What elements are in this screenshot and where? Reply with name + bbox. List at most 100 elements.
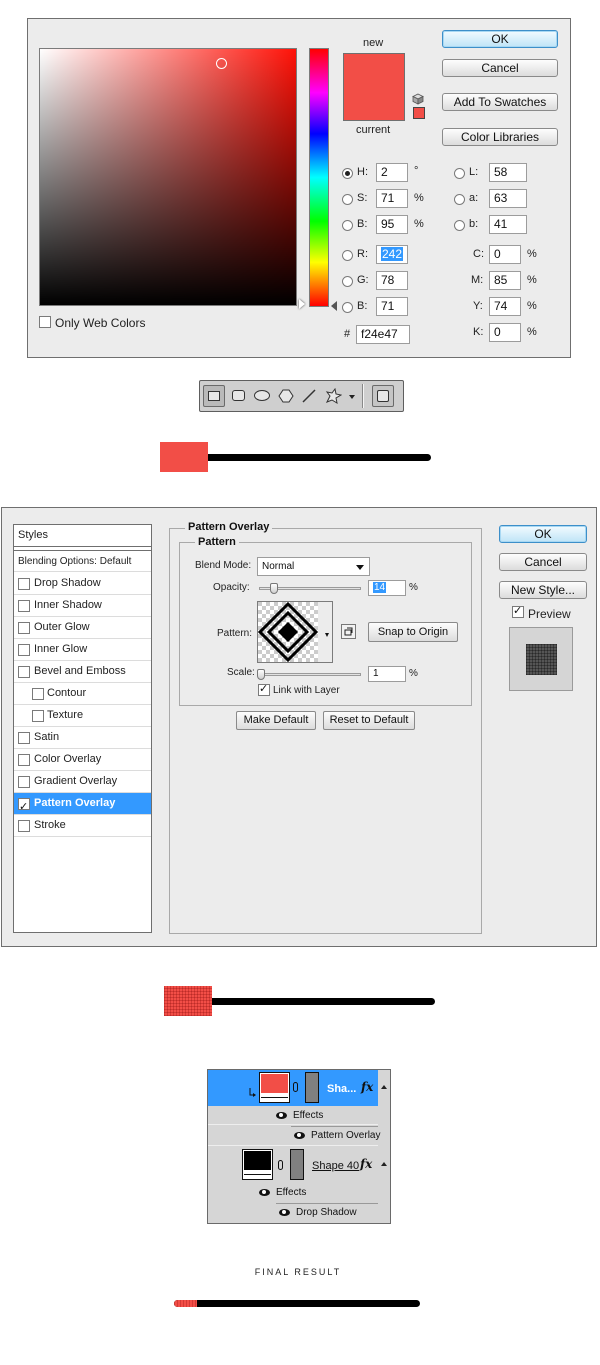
final-slider-fill[interactable] xyxy=(174,1300,197,1307)
style-item-drop-shadow[interactable]: Drop Shadow xyxy=(14,573,151,595)
radio-r[interactable] xyxy=(342,250,353,261)
r-input[interactable]: 242 xyxy=(376,245,408,264)
style-item-pattern-overlay[interactable]: Pattern Overlay xyxy=(14,793,151,817)
b-input[interactable]: 95 xyxy=(376,215,408,234)
radio-a[interactable] xyxy=(454,194,465,205)
layer2-effect-row[interactable]: Drop Shadow xyxy=(276,1203,378,1221)
cancel-button[interactable]: Cancel xyxy=(442,59,558,77)
custom-shape-icon[interactable] xyxy=(324,388,342,404)
ellipse-icon[interactable] xyxy=(254,390,270,401)
radio-lab-b[interactable] xyxy=(454,220,465,231)
layer2-fx-icon[interactable]: fx xyxy=(360,1157,372,1171)
pattern-picker[interactable] xyxy=(257,601,333,663)
layer-style-ok-button[interactable]: OK xyxy=(499,525,587,543)
chevron-down-icon[interactable] xyxy=(349,395,355,399)
color-overlay-checkbox[interactable] xyxy=(18,754,30,766)
layer1-fx-icon[interactable]: fx xyxy=(361,1080,373,1094)
only-web-colors-checkbox[interactable] xyxy=(39,316,51,328)
layer-row-shape[interactable]: Sha... fx xyxy=(208,1070,390,1106)
style-item-color-overlay[interactable]: Color Overlay xyxy=(14,749,151,771)
scale-input[interactable]: 1 xyxy=(368,666,406,682)
inner-shadow-checkbox[interactable] xyxy=(18,600,30,612)
blend-mode-select[interactable]: Normal xyxy=(257,557,370,576)
g-input[interactable]: 78 xyxy=(376,271,408,290)
make-default-button[interactable]: Make Default xyxy=(236,711,316,730)
slider-knob-2-patterned[interactable] xyxy=(164,986,212,1016)
websafe-swatch[interactable] xyxy=(413,107,425,119)
l-input[interactable]: 58 xyxy=(489,163,527,182)
eye-icon[interactable] xyxy=(279,1209,290,1216)
contour-checkbox[interactable] xyxy=(32,688,44,700)
opacity-slider-thumb[interactable] xyxy=(270,583,278,594)
color-field-cursor[interactable] xyxy=(216,58,227,69)
y-input[interactable]: 74 xyxy=(489,297,521,316)
layer-row-shape-40[interactable]: Shape 40 fx xyxy=(208,1145,378,1183)
add-to-swatches-button[interactable]: Add To Swatches xyxy=(442,93,558,111)
layer1-effects-row[interactable]: Effects xyxy=(208,1107,378,1125)
h-input[interactable]: 2 xyxy=(376,163,408,182)
styles-header[interactable]: Styles xyxy=(14,525,151,547)
snap-to-origin-button[interactable]: Snap to Origin xyxy=(368,622,458,642)
preview-checkbox[interactable] xyxy=(512,604,524,618)
m-input[interactable]: 85 xyxy=(489,271,521,290)
color-field[interactable] xyxy=(39,48,297,306)
style-item-satin[interactable]: Satin xyxy=(14,727,151,749)
eye-icon[interactable] xyxy=(259,1189,270,1196)
radio-blue[interactable] xyxy=(342,302,353,313)
outer-glow-checkbox[interactable] xyxy=(18,622,30,634)
scroll-up-icon-2[interactable] xyxy=(381,1162,387,1166)
gradient-overlay-checkbox[interactable] xyxy=(18,776,30,788)
style-item-contour[interactable]: Contour xyxy=(14,683,151,705)
radio-h[interactable] xyxy=(342,168,353,179)
style-item-bevel-and-emboss[interactable]: Bevel and Emboss xyxy=(14,661,151,683)
pattern-overlay-checkbox[interactable] xyxy=(18,796,30,817)
eye-icon[interactable] xyxy=(294,1132,305,1139)
lab-b-input[interactable]: 41 xyxy=(489,215,527,234)
stroke-checkbox[interactable] xyxy=(18,820,30,832)
layer-style-cancel-button[interactable]: Cancel xyxy=(499,553,587,571)
texture-checkbox[interactable] xyxy=(32,710,44,722)
opacity-input[interactable]: 14 xyxy=(368,580,406,596)
blending-options-row[interactable]: Blending Options: Default xyxy=(14,550,151,572)
polygon-icon[interactable] xyxy=(278,388,294,404)
radio-s[interactable] xyxy=(342,194,353,205)
reset-to-default-button[interactable]: Reset to Default xyxy=(323,711,415,730)
style-item-inner-glow[interactable]: Inner Glow xyxy=(14,639,151,661)
hue-slider[interactable] xyxy=(309,48,329,307)
scroll-up-icon[interactable] xyxy=(381,1085,387,1089)
scale-slider-thumb[interactable] xyxy=(257,669,265,680)
blue-input[interactable]: 71 xyxy=(376,297,408,316)
layer1-effect-row[interactable]: Pattern Overlay xyxy=(291,1126,380,1144)
link-with-layer-checkbox[interactable] xyxy=(258,682,270,696)
color-libraries-button[interactable]: Color Libraries xyxy=(442,128,558,146)
c-input[interactable]: 0 xyxy=(489,245,521,264)
inner-glow-checkbox[interactable] xyxy=(18,644,30,656)
style-item-outer-glow[interactable]: Outer Glow xyxy=(14,617,151,639)
a-input[interactable]: 63 xyxy=(489,189,527,208)
style-item-gradient-overlay[interactable]: Gradient Overlay xyxy=(14,771,151,793)
eye-icon[interactable] xyxy=(276,1112,287,1119)
bevel-and-emboss-checkbox[interactable] xyxy=(18,666,30,678)
hue-marker[interactable] xyxy=(331,301,337,311)
slider-knob-1[interactable] xyxy=(160,442,208,472)
drop-shadow-checkbox[interactable] xyxy=(18,578,30,590)
layer2-effects-row[interactable]: Effects xyxy=(208,1184,378,1202)
gamut-cube-icon[interactable] xyxy=(412,93,424,105)
ok-button[interactable]: OK xyxy=(442,30,558,48)
hex-input[interactable]: f24e47 xyxy=(356,325,410,344)
radio-g[interactable] xyxy=(342,276,353,287)
radio-b[interactable] xyxy=(342,220,353,231)
style-item-stroke[interactable]: Stroke xyxy=(14,815,151,837)
rectangle-tool-button[interactable] xyxy=(203,385,225,407)
new-preset-icon[interactable] xyxy=(341,624,356,639)
line-icon[interactable] xyxy=(301,388,317,404)
scale-slider[interactable] xyxy=(259,673,361,676)
style-item-texture[interactable]: Texture xyxy=(14,705,151,727)
layers-scrollbar[interactable] xyxy=(378,1070,390,1223)
satin-checkbox[interactable] xyxy=(18,732,30,744)
k-input[interactable]: 0 xyxy=(489,323,521,342)
rounded-rectangle-icon[interactable] xyxy=(232,390,245,401)
fill-pixels-button[interactable] xyxy=(372,385,394,407)
new-style-button[interactable]: New Style... xyxy=(499,581,587,599)
style-item-inner-shadow[interactable]: Inner Shadow xyxy=(14,595,151,617)
